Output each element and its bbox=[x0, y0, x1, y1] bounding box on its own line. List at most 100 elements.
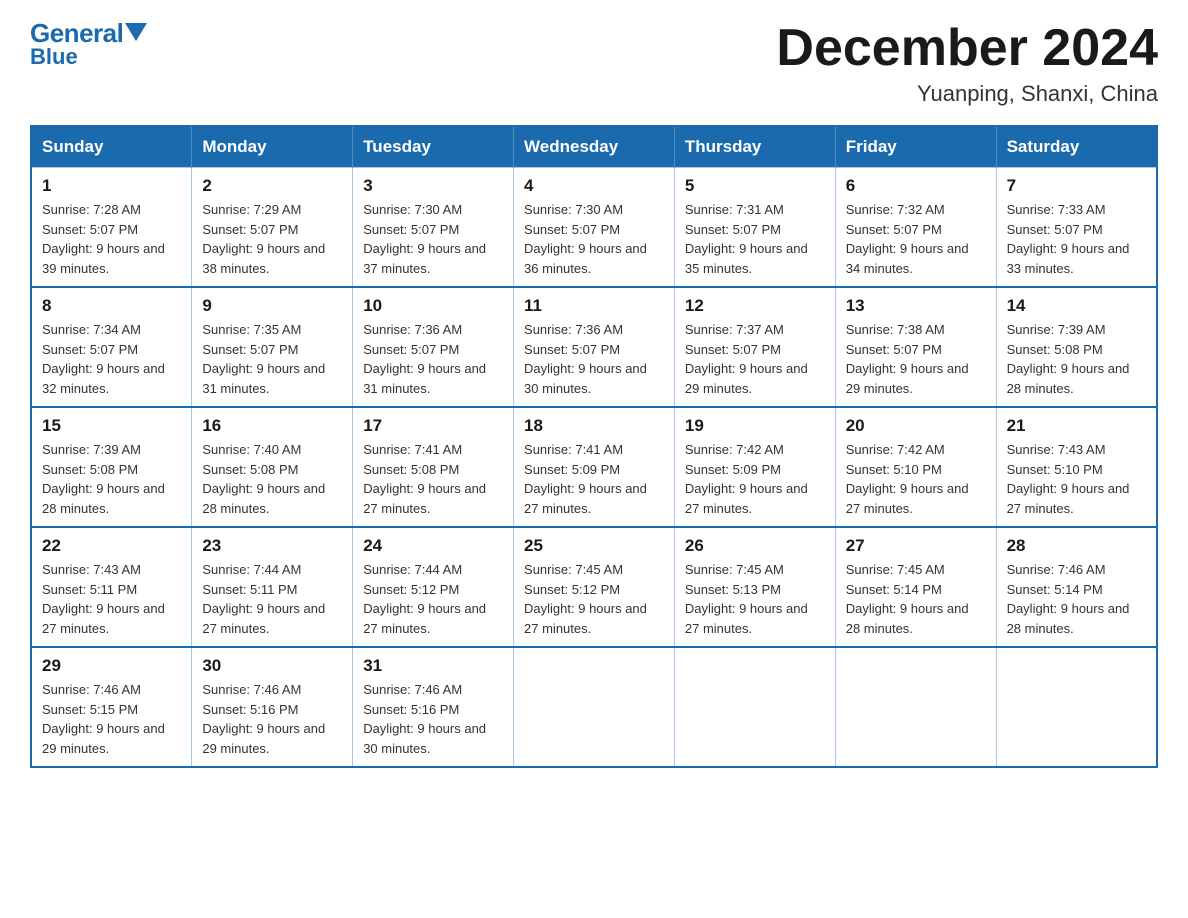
table-row: 30 Sunrise: 7:46 AMSunset: 5:16 PMDayligh… bbox=[192, 647, 353, 767]
table-row bbox=[835, 647, 996, 767]
day-info: Sunrise: 7:32 AMSunset: 5:07 PMDaylight:… bbox=[846, 200, 986, 278]
logo-arrow-icon bbox=[125, 23, 147, 43]
day-number: 23 bbox=[202, 536, 342, 556]
day-number: 31 bbox=[363, 656, 503, 676]
logo: General Blue bbox=[30, 20, 147, 70]
day-number: 25 bbox=[524, 536, 664, 556]
table-row: 20 Sunrise: 7:42 AMSunset: 5:10 PMDayligh… bbox=[835, 407, 996, 527]
day-number: 29 bbox=[42, 656, 181, 676]
day-info: Sunrise: 7:46 AMSunset: 5:16 PMDaylight:… bbox=[202, 680, 342, 758]
table-row: 18Sunrise: 7:41 AMSunset: 5:09 PMDayligh… bbox=[514, 407, 675, 527]
day-info: Sunrise: 7:38 AMSunset: 5:07 PMDaylight:… bbox=[846, 320, 986, 398]
header-friday: Friday bbox=[835, 126, 996, 168]
table-row: 4 Sunrise: 7:30 AMSunset: 5:07 PMDaylight… bbox=[514, 168, 675, 288]
table-row: 29 Sunrise: 7:46 AMSunset: 5:15 PMDayligh… bbox=[31, 647, 192, 767]
day-info: Sunrise: 7:35 AMSunset: 5:07 PMDaylight:… bbox=[202, 320, 342, 398]
table-row: 31Sunrise: 7:46 AMSunset: 5:16 PMDayligh… bbox=[353, 647, 514, 767]
day-number: 20 bbox=[846, 416, 986, 436]
day-number: 10 bbox=[363, 296, 503, 316]
day-info: Sunrise: 7:45 AMSunset: 5:14 PMDaylight:… bbox=[846, 560, 986, 638]
day-number: 7 bbox=[1007, 176, 1146, 196]
logo-blue-text: Blue bbox=[30, 44, 78, 70]
day-number: 15 bbox=[42, 416, 181, 436]
header-tuesday: Tuesday bbox=[353, 126, 514, 168]
table-row: 28 Sunrise: 7:46 AMSunset: 5:14 PMDayligh… bbox=[996, 527, 1157, 647]
day-info: Sunrise: 7:30 AMSunset: 5:07 PMDaylight:… bbox=[524, 200, 664, 278]
table-row: 23Sunrise: 7:44 AMSunset: 5:11 PMDayligh… bbox=[192, 527, 353, 647]
header-saturday: Saturday bbox=[996, 126, 1157, 168]
day-info: Sunrise: 7:45 AMSunset: 5:12 PMDaylight:… bbox=[524, 560, 664, 638]
day-number: 9 bbox=[202, 296, 342, 316]
day-info: Sunrise: 7:40 AMSunset: 5:08 PMDaylight:… bbox=[202, 440, 342, 518]
day-info: Sunrise: 7:30 AMSunset: 5:07 PMDaylight:… bbox=[363, 200, 503, 278]
table-row: 11Sunrise: 7:36 AMSunset: 5:07 PMDayligh… bbox=[514, 287, 675, 407]
calendar-week-row: 1Sunrise: 7:28 AMSunset: 5:07 PMDaylight… bbox=[31, 168, 1157, 288]
day-info: Sunrise: 7:31 AMSunset: 5:07 PMDaylight:… bbox=[685, 200, 825, 278]
calendar-table: Sunday Monday Tuesday Wednesday Thursday… bbox=[30, 125, 1158, 768]
table-row: 27Sunrise: 7:45 AMSunset: 5:14 PMDayligh… bbox=[835, 527, 996, 647]
day-number: 30 bbox=[202, 656, 342, 676]
day-info: Sunrise: 7:46 AMSunset: 5:14 PMDaylight:… bbox=[1007, 560, 1146, 638]
day-number: 26 bbox=[685, 536, 825, 556]
day-info: Sunrise: 7:41 AMSunset: 5:08 PMDaylight:… bbox=[363, 440, 503, 518]
table-row: 7 Sunrise: 7:33 AMSunset: 5:07 PMDaylight… bbox=[996, 168, 1157, 288]
day-info: Sunrise: 7:36 AMSunset: 5:07 PMDaylight:… bbox=[363, 320, 503, 398]
day-info: Sunrise: 7:29 AMSunset: 5:07 PMDaylight:… bbox=[202, 200, 342, 278]
day-number: 22 bbox=[42, 536, 181, 556]
table-row: 26 Sunrise: 7:45 AMSunset: 5:13 PMDayligh… bbox=[674, 527, 835, 647]
day-number: 12 bbox=[685, 296, 825, 316]
table-row: 3 Sunrise: 7:30 AMSunset: 5:07 PMDaylight… bbox=[353, 168, 514, 288]
table-row: 22 Sunrise: 7:43 AMSunset: 5:11 PMDayligh… bbox=[31, 527, 192, 647]
table-row: 5Sunrise: 7:31 AMSunset: 5:07 PMDaylight… bbox=[674, 168, 835, 288]
table-row: 25 Sunrise: 7:45 AMSunset: 5:12 PMDayligh… bbox=[514, 527, 675, 647]
day-number: 24 bbox=[363, 536, 503, 556]
day-number: 3 bbox=[363, 176, 503, 196]
day-number: 13 bbox=[846, 296, 986, 316]
table-row: 16 Sunrise: 7:40 AMSunset: 5:08 PMDayligh… bbox=[192, 407, 353, 527]
day-info: Sunrise: 7:43 AMSunset: 5:10 PMDaylight:… bbox=[1007, 440, 1146, 518]
header-wednesday: Wednesday bbox=[514, 126, 675, 168]
day-number: 21 bbox=[1007, 416, 1146, 436]
table-row: 12 Sunrise: 7:37 AMSunset: 5:07 PMDayligh… bbox=[674, 287, 835, 407]
day-info: Sunrise: 7:36 AMSunset: 5:07 PMDaylight:… bbox=[524, 320, 664, 398]
day-number: 16 bbox=[202, 416, 342, 436]
table-row: 10 Sunrise: 7:36 AMSunset: 5:07 PMDayligh… bbox=[353, 287, 514, 407]
day-info: Sunrise: 7:39 AMSunset: 5:08 PMDaylight:… bbox=[42, 440, 181, 518]
table-row: 19 Sunrise: 7:42 AMSunset: 5:09 PMDayligh… bbox=[674, 407, 835, 527]
logo-general-text: General bbox=[30, 20, 147, 46]
calendar-header-row: Sunday Monday Tuesday Wednesday Thursday… bbox=[31, 126, 1157, 168]
day-number: 2 bbox=[202, 176, 342, 196]
calendar-week-row: 22 Sunrise: 7:43 AMSunset: 5:11 PMDayligh… bbox=[31, 527, 1157, 647]
day-info: Sunrise: 7:43 AMSunset: 5:11 PMDaylight:… bbox=[42, 560, 181, 638]
header-thursday: Thursday bbox=[674, 126, 835, 168]
table-row: 24Sunrise: 7:44 AMSunset: 5:12 PMDayligh… bbox=[353, 527, 514, 647]
table-row: 21 Sunrise: 7:43 AMSunset: 5:10 PMDayligh… bbox=[996, 407, 1157, 527]
day-info: Sunrise: 7:42 AMSunset: 5:09 PMDaylight:… bbox=[685, 440, 825, 518]
day-info: Sunrise: 7:39 AMSunset: 5:08 PMDaylight:… bbox=[1007, 320, 1146, 398]
day-info: Sunrise: 7:46 AMSunset: 5:15 PMDaylight:… bbox=[42, 680, 181, 758]
table-row: 2 Sunrise: 7:29 AMSunset: 5:07 PMDaylight… bbox=[192, 168, 353, 288]
day-info: Sunrise: 7:34 AMSunset: 5:07 PMDaylight:… bbox=[42, 320, 181, 398]
table-row: 17 Sunrise: 7:41 AMSunset: 5:08 PMDayligh… bbox=[353, 407, 514, 527]
day-number: 4 bbox=[524, 176, 664, 196]
day-info: Sunrise: 7:45 AMSunset: 5:13 PMDaylight:… bbox=[685, 560, 825, 638]
calendar-week-row: 15 Sunrise: 7:39 AMSunset: 5:08 PMDayligh… bbox=[31, 407, 1157, 527]
header-right: December 2024 Yuanping, Shanxi, China bbox=[776, 20, 1158, 107]
table-row bbox=[514, 647, 675, 767]
day-number: 19 bbox=[685, 416, 825, 436]
location: Yuanping, Shanxi, China bbox=[776, 81, 1158, 107]
day-number: 6 bbox=[846, 176, 986, 196]
day-info: Sunrise: 7:37 AMSunset: 5:07 PMDaylight:… bbox=[685, 320, 825, 398]
day-number: 1 bbox=[42, 176, 181, 196]
table-row bbox=[674, 647, 835, 767]
table-row: 6 Sunrise: 7:32 AMSunset: 5:07 PMDaylight… bbox=[835, 168, 996, 288]
page-header: General Blue December 2024 Yuanping, Sha… bbox=[30, 20, 1158, 107]
day-number: 17 bbox=[363, 416, 503, 436]
table-row: 1Sunrise: 7:28 AMSunset: 5:07 PMDaylight… bbox=[31, 168, 192, 288]
calendar-week-row: 8 Sunrise: 7:34 AMSunset: 5:07 PMDaylight… bbox=[31, 287, 1157, 407]
header-monday: Monday bbox=[192, 126, 353, 168]
day-info: Sunrise: 7:33 AMSunset: 5:07 PMDaylight:… bbox=[1007, 200, 1146, 278]
day-info: Sunrise: 7:42 AMSunset: 5:10 PMDaylight:… bbox=[846, 440, 986, 518]
day-number: 28 bbox=[1007, 536, 1146, 556]
day-number: 8 bbox=[42, 296, 181, 316]
